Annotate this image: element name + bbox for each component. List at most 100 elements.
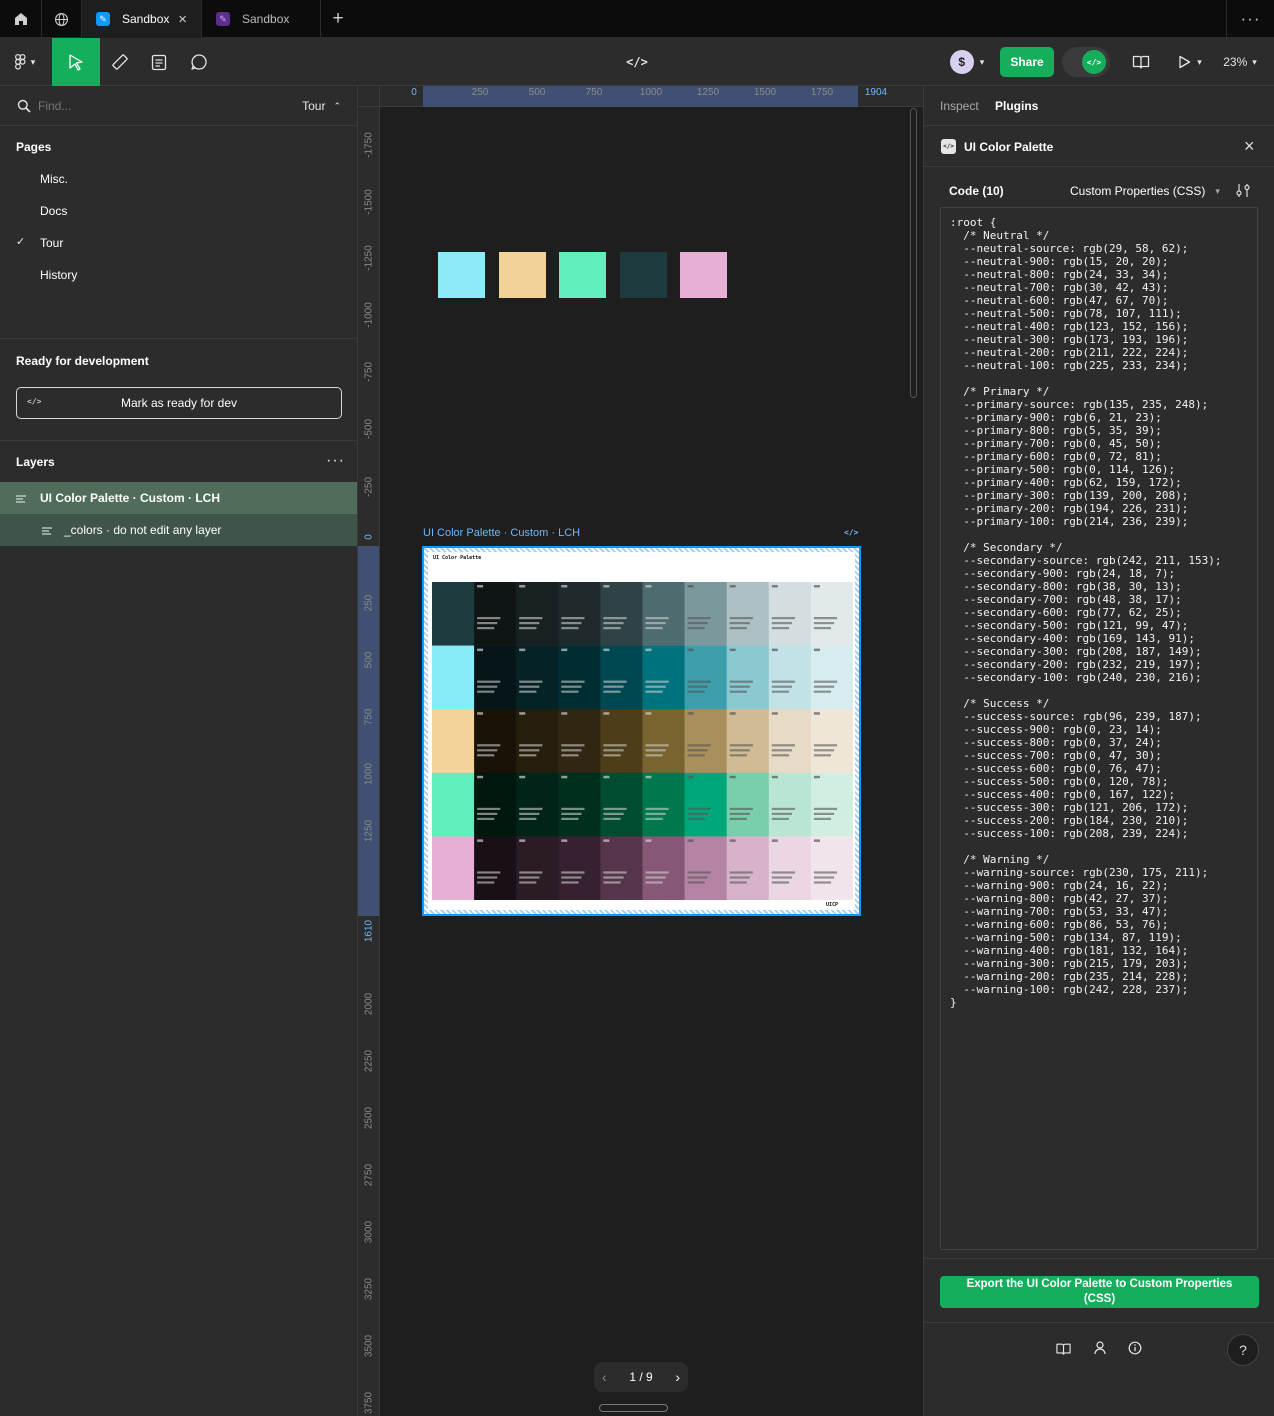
user-avatar-button[interactable]: $ ▾	[943, 38, 991, 86]
layer-row-child[interactable]: _colors · do not edit any layer	[0, 514, 357, 546]
palette-grid	[432, 582, 853, 900]
layers-more-icon[interactable]: ···	[326, 452, 345, 470]
new-tab-icon[interactable]: +	[322, 0, 354, 38]
select-tool-button[interactable]	[52, 38, 100, 86]
palette-cell-label	[477, 839, 484, 842]
color-swatch[interactable]	[680, 252, 727, 298]
user-icon[interactable]	[1094, 1341, 1106, 1355]
zoom-menu[interactable]: 23% ▾	[1216, 38, 1264, 86]
layout-icon	[16, 493, 26, 503]
palette-cell-label	[813, 648, 820, 652]
palette-cell	[432, 709, 475, 774]
code-line: --success-100: rgb(208, 239, 224);	[950, 827, 1189, 840]
color-swatch[interactable]	[619, 252, 667, 298]
code-line: --secondary-800: rgb(38, 30, 13);	[950, 580, 1182, 593]
layer-row-frame[interactable]: UI Color Palette · Custom · LCH	[0, 482, 357, 514]
code-line: /* Warning */	[950, 853, 1050, 866]
palette-cell-info	[561, 744, 585, 747]
palette-cell-info	[561, 871, 585, 874]
settings-sliders-icon[interactable]	[1236, 183, 1250, 198]
palette-cell	[642, 772, 685, 837]
palette-cell-label	[519, 648, 526, 652]
comment-tool-button[interactable]	[183, 38, 215, 86]
palette-cell-info	[645, 807, 669, 810]
color-swatch[interactable]	[559, 252, 606, 298]
palette-cell-info	[561, 627, 579, 630]
close-tab-icon[interactable]: ×	[178, 11, 187, 28]
color-swatch[interactable]	[438, 252, 485, 298]
frame-label[interactable]: UI Color Palette · Custom · LCH	[423, 527, 580, 539]
chevron-down-icon: ▾	[30, 56, 36, 67]
annotate-tool-button[interactable]	[143, 38, 175, 86]
close-icon[interactable]: ×	[1244, 136, 1255, 157]
tab-sandbox[interactable]: ✎ Sandbox	[202, 0, 321, 38]
info-icon[interactable]	[1128, 1341, 1142, 1355]
ruler-tick-label: 1250	[363, 819, 375, 843]
palette-cell	[558, 582, 601, 646]
palette-cell-info	[603, 744, 627, 747]
library-button[interactable]	[1125, 38, 1157, 86]
page-item[interactable]: Misc.	[0, 163, 357, 195]
code-line: --success-400: rgb(0, 167, 122);	[950, 788, 1176, 801]
tab-inspect[interactable]: Inspect	[940, 99, 979, 113]
palette-cell	[810, 645, 853, 710]
help-button[interactable]: ?	[1227, 1334, 1259, 1366]
tab-plugins[interactable]: Plugins	[995, 99, 1038, 113]
page-item[interactable]: ✓ Tour	[0, 227, 357, 259]
palette-cell-label	[771, 775, 778, 779]
export-button[interactable]: Export the UI Color Palette to Custom Pr…	[940, 1276, 1259, 1308]
color-swatch[interactable]	[498, 252, 546, 298]
palette-cell-info	[729, 622, 750, 625]
globe-icon[interactable]	[42, 0, 82, 38]
mark-ready-button[interactable]: </> Mark as ready for dev	[16, 387, 342, 419]
palette-cell-info	[561, 881, 579, 884]
share-button[interactable]: Share	[1000, 47, 1054, 77]
more-icon[interactable]: ···	[1226, 0, 1274, 38]
palette-cell-label	[519, 712, 526, 715]
code-line: /* Secondary */	[950, 541, 1063, 554]
palette-cell-info	[561, 685, 582, 688]
previous-icon[interactable]: ‹	[602, 1369, 607, 1385]
home-icon[interactable]	[0, 0, 42, 38]
code-area[interactable]: :root { /* Neutral */ --neutral-source: …	[940, 207, 1258, 1250]
next-icon[interactable]: ›	[675, 1369, 680, 1385]
palette-cell-label	[813, 775, 820, 779]
palette-cell-info	[687, 812, 708, 815]
search-input[interactable]	[38, 96, 238, 116]
palette-cell	[600, 582, 643, 646]
tab-sandbox-active[interactable]: ✎ Sandbox ×	[82, 0, 202, 38]
page-item[interactable]: Docs	[0, 195, 357, 227]
dev-mode-code-icon[interactable]: </>	[621, 38, 653, 86]
figjam-file-icon: ✎	[216, 12, 230, 26]
dev-mode-toggle[interactable]: </>	[1062, 47, 1110, 77]
main-menu-button[interactable]: ▾	[4, 38, 46, 86]
format-select[interactable]: Custom Properties (CSS) ▾	[1070, 184, 1220, 198]
code-line: --success-700: rgb(0, 47, 30);	[950, 749, 1162, 762]
page-item[interactable]: History	[0, 259, 357, 291]
palette-cell-label	[519, 775, 526, 779]
palette-cell	[432, 645, 475, 710]
palette-frame[interactable]: UI Color Palette UICP	[422, 546, 861, 916]
code-line: --primary-900: rgb(6, 21, 23);	[950, 411, 1162, 424]
palette-cell	[516, 709, 559, 774]
present-button[interactable]: ▾	[1170, 38, 1210, 86]
frame-code-icon[interactable]: </>	[844, 528, 858, 537]
palette-cell-info	[687, 876, 708, 879]
measure-tool-button[interactable]	[104, 38, 136, 86]
palette-cell	[684, 836, 727, 900]
canvas[interactable]: UI Color Palette · Custom · LCH </> UI C…	[381, 108, 923, 1416]
palette-cell-info	[771, 622, 792, 625]
book-icon[interactable]	[1055, 1342, 1072, 1356]
palette-cell-label	[645, 712, 652, 715]
palette-cell-info	[603, 617, 627, 620]
palette-cell	[642, 582, 685, 646]
palette-cell-info	[729, 627, 747, 630]
ruler-tick-label: 1904	[864, 87, 888, 98]
page-selector[interactable]: Tour ⌃	[302, 99, 341, 113]
palette-cell-label	[729, 839, 736, 842]
horizontal-scrollbar[interactable]	[599, 1404, 668, 1412]
palette-cell-label	[771, 648, 778, 652]
canvas-scrollbar[interactable]	[910, 108, 917, 398]
code-line: --success-300: rgb(121, 206, 172);	[950, 801, 1189, 814]
